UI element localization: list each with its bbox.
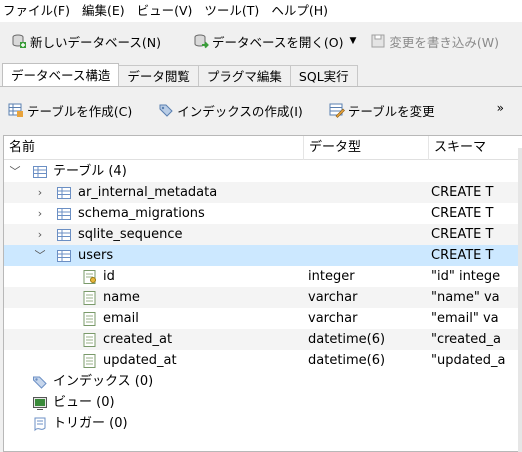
table-icon	[56, 206, 72, 222]
new-database-icon	[11, 33, 27, 49]
field-type: varchar	[308, 290, 358, 305]
menu-tools[interactable]: ツール(T)	[198, 0, 265, 22]
field-name: id	[103, 269, 115, 284]
field-type: datetime(6)	[308, 332, 386, 347]
views-label: ビュー (0)	[53, 395, 115, 410]
open-database-button[interactable]: データベースを開く(O)	[189, 27, 347, 55]
open-database-dropdown-icon[interactable]: ▼	[349, 36, 356, 46]
vertical-scrollbar[interactable]	[518, 148, 522, 452]
table-schema: CREATE T	[431, 227, 494, 242]
menu-file[interactable]: ファイル(F)	[0, 0, 76, 22]
menu-help[interactable]: ヘルプ(H)	[265, 0, 334, 22]
open-database-icon	[193, 33, 209, 49]
tree-node-indexes[interactable]: インデックス (0)	[4, 371, 522, 392]
field-name: name	[103, 290, 140, 305]
menu-bar: ファイル(F) 編集(E) ビュー(V) ツール(T) ヘルプ(H)	[0, 0, 522, 22]
tree-header: 名前 データ型 スキーマ	[4, 136, 522, 160]
field-icon	[82, 353, 98, 369]
field-schema: "updated_a	[431, 353, 506, 368]
tab-database-structure[interactable]: データベース構造	[2, 63, 120, 87]
trigger-icon	[32, 416, 48, 432]
write-changes-icon	[370, 33, 386, 49]
schema-tree[interactable]: 名前 データ型 スキーマ ﹀ テーブル (4) › ar_internal_me…	[3, 135, 522, 452]
field-icon	[82, 332, 98, 348]
create-index-label: インデックスの作成(I)	[177, 103, 303, 119]
table-row-selected[interactable]: ﹀ users CREATE T	[4, 245, 522, 266]
modify-table-button[interactable]: テーブルを変更	[329, 101, 435, 120]
field-row[interactable]: email varchar "email" va	[4, 308, 522, 329]
new-database-button[interactable]: 新しいデータベース(N)	[7, 27, 165, 55]
write-changes-label: 変更を書き込み(W)	[389, 34, 499, 50]
field-schema: "name" va	[431, 290, 500, 305]
field-row[interactable]: id integer "id" intege	[4, 266, 522, 287]
field-row[interactable]: created_at datetime(6) "created_a	[4, 329, 522, 350]
expand-icon[interactable]: ›	[33, 224, 47, 245]
field-icon	[82, 290, 98, 306]
table-row[interactable]: › ar_internal_metadata CREATE T	[4, 182, 522, 203]
table-name: ar_internal_metadata	[78, 185, 218, 200]
field-row[interactable]: updated_at datetime(6) "updated_a	[4, 350, 522, 371]
table-row[interactable]: › schema_migrations CREATE T	[4, 203, 522, 224]
column-header-type[interactable]: データ型	[304, 136, 429, 160]
field-type: varchar	[308, 311, 358, 326]
expand-icon[interactable]: ›	[33, 182, 47, 203]
table-icon	[56, 227, 72, 243]
table-row[interactable]: › sqlite_sequence CREATE T	[4, 224, 522, 245]
modify-table-label: テーブルを変更	[347, 103, 435, 119]
field-name: created_at	[103, 332, 173, 347]
field-type: integer	[308, 269, 355, 284]
expand-icon[interactable]: ›	[33, 203, 47, 224]
tab-bar: データベース構造 データ閲覧 プラグマ編集 SQL実行	[0, 63, 522, 87]
indexes-label: インデックス (0)	[53, 374, 154, 389]
view-icon	[32, 395, 48, 411]
index-icon	[32, 374, 48, 390]
field-schema: "created_a	[431, 332, 501, 347]
tab-edit-pragmas[interactable]: プラグマ編集	[197, 65, 291, 87]
field-type: datetime(6)	[308, 353, 386, 368]
more-actions-button[interactable]: »	[497, 101, 504, 115]
menu-view[interactable]: ビュー(V)	[131, 0, 199, 22]
table-schema: CREATE T	[431, 206, 494, 221]
column-header-schema[interactable]: スキーマ	[429, 136, 522, 160]
new-database-label: 新しいデータベース(N)	[30, 34, 161, 50]
field-name: email	[103, 311, 139, 326]
create-index-button[interactable]: インデックスの作成(I)	[158, 101, 303, 120]
field-schema: "id" intege	[431, 269, 501, 284]
field-schema: "email" va	[431, 311, 499, 326]
tables-label: テーブル (4)	[53, 164, 127, 179]
menu-edit[interactable]: 編集(E)	[76, 0, 131, 22]
column-header-name[interactable]: 名前	[4, 136, 304, 160]
tree-node-triggers[interactable]: トリガー (0)	[4, 413, 522, 434]
write-changes-button[interactable]: 変更を書き込み(W)	[366, 27, 503, 55]
tree-node-views[interactable]: ビュー (0)	[4, 392, 522, 413]
structure-toolbar: テーブルを作成(C) インデックスの作成(I) テーブルを変更 »	[0, 97, 522, 123]
primary-key-field-icon	[82, 269, 98, 285]
table-schema: CREATE T	[431, 185, 494, 200]
create-table-icon	[8, 102, 24, 118]
field-icon	[82, 311, 98, 327]
table-name: sqlite_sequence	[78, 227, 183, 242]
create-table-button[interactable]: テーブルを作成(C)	[8, 101, 132, 120]
table-group-icon	[32, 164, 48, 180]
collapse-icon[interactable]: ﹀	[33, 245, 47, 266]
create-index-icon	[158, 102, 174, 118]
triggers-label: トリガー (0)	[53, 416, 128, 431]
modify-table-icon	[329, 102, 345, 118]
tree-node-tables[interactable]: ﹀ テーブル (4)	[4, 161, 522, 182]
field-name: updated_at	[103, 353, 177, 368]
table-icon	[56, 185, 72, 201]
collapse-icon[interactable]: ﹀	[8, 161, 22, 182]
main-toolbar: 新しいデータベース(N) データベースを開く(O) ▼ 変更を書き込み(W)	[0, 26, 522, 56]
table-icon	[56, 248, 72, 264]
tab-execute-sql[interactable]: SQL実行	[289, 65, 358, 87]
create-table-label: テーブルを作成(C)	[27, 103, 133, 119]
table-name: schema_migrations	[78, 206, 205, 221]
table-name: users	[78, 248, 114, 263]
table-schema: CREATE T	[431, 248, 494, 263]
open-database-label: データベースを開く(O)	[211, 34, 344, 50]
database-structure-panel: テーブルを作成(C) インデックスの作成(I) テーブルを変更 » 名前 データ…	[0, 87, 522, 452]
field-row[interactable]: name varchar "name" va	[4, 287, 522, 308]
tab-browse-data[interactable]: データ閲覧	[118, 65, 199, 87]
